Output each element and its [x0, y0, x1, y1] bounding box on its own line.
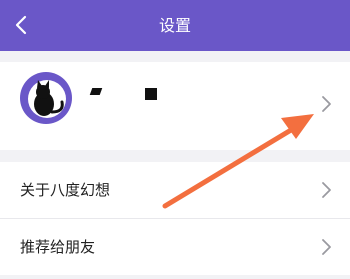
chevron-right-icon [322, 239, 331, 255]
username-redacted-mark [145, 88, 157, 100]
username-redacted-mark [89, 88, 103, 95]
profile-row[interactable] [0, 62, 350, 150]
recommend-menu-item[interactable]: 推荐给朋友 [0, 219, 350, 275]
top-nav-bar: 设置 [0, 0, 350, 51]
chevron-right-icon [322, 182, 331, 198]
menu-item-label: 关于八度幻想 [20, 181, 111, 199]
page-title: 设置 [158, 16, 191, 35]
about-menu-item[interactable]: 关于八度幻想 [0, 162, 350, 218]
menu-item-label: 推荐给朋友 [20, 238, 96, 256]
chevron-right-icon [322, 96, 331, 112]
cat-silhouette-icon [28, 80, 66, 118]
avatar [20, 72, 72, 124]
